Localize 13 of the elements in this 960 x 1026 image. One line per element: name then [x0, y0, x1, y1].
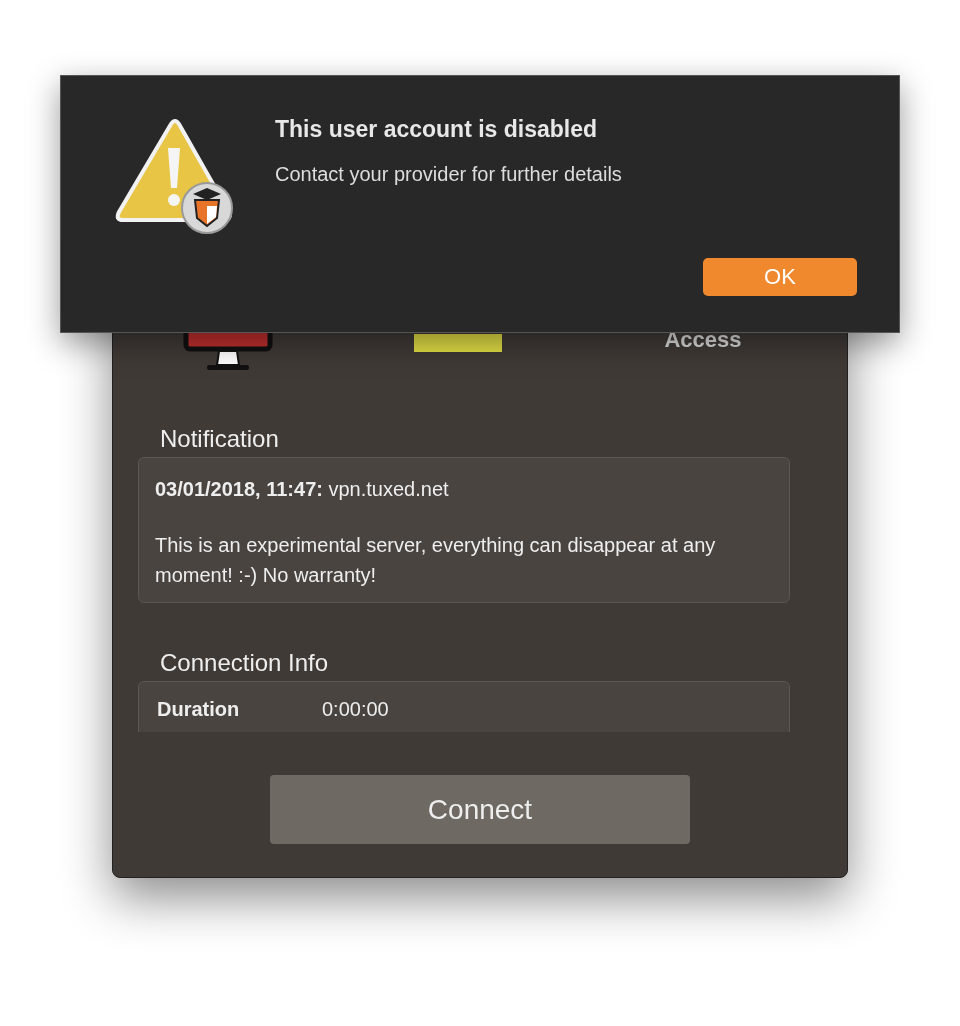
status-bar-icon: [414, 334, 502, 352]
info-label: Duration: [157, 698, 241, 722]
section-heading: Notification: [160, 425, 280, 453]
connect-button[interactable]: Connect: [270, 775, 690, 844]
status-text: Access: [664, 327, 742, 353]
notification-text: 03/01/2018, 11:47: vpn.tuxed.net: [155, 477, 450, 502]
section-heading: Connection Info: [160, 649, 330, 677]
dialog-title: This user account is disabled: [275, 116, 599, 143]
dialog-message: Contact your provider for further details: [275, 163, 623, 186]
notification-text: This is an experimental server, everything can disappear at any moment! :-) No warranty!: [155, 533, 717, 588]
warning-icon: [113, 118, 235, 234]
ok-button[interactable]: OK: [703, 258, 857, 296]
info-value: 0:00:00: [322, 698, 389, 722]
